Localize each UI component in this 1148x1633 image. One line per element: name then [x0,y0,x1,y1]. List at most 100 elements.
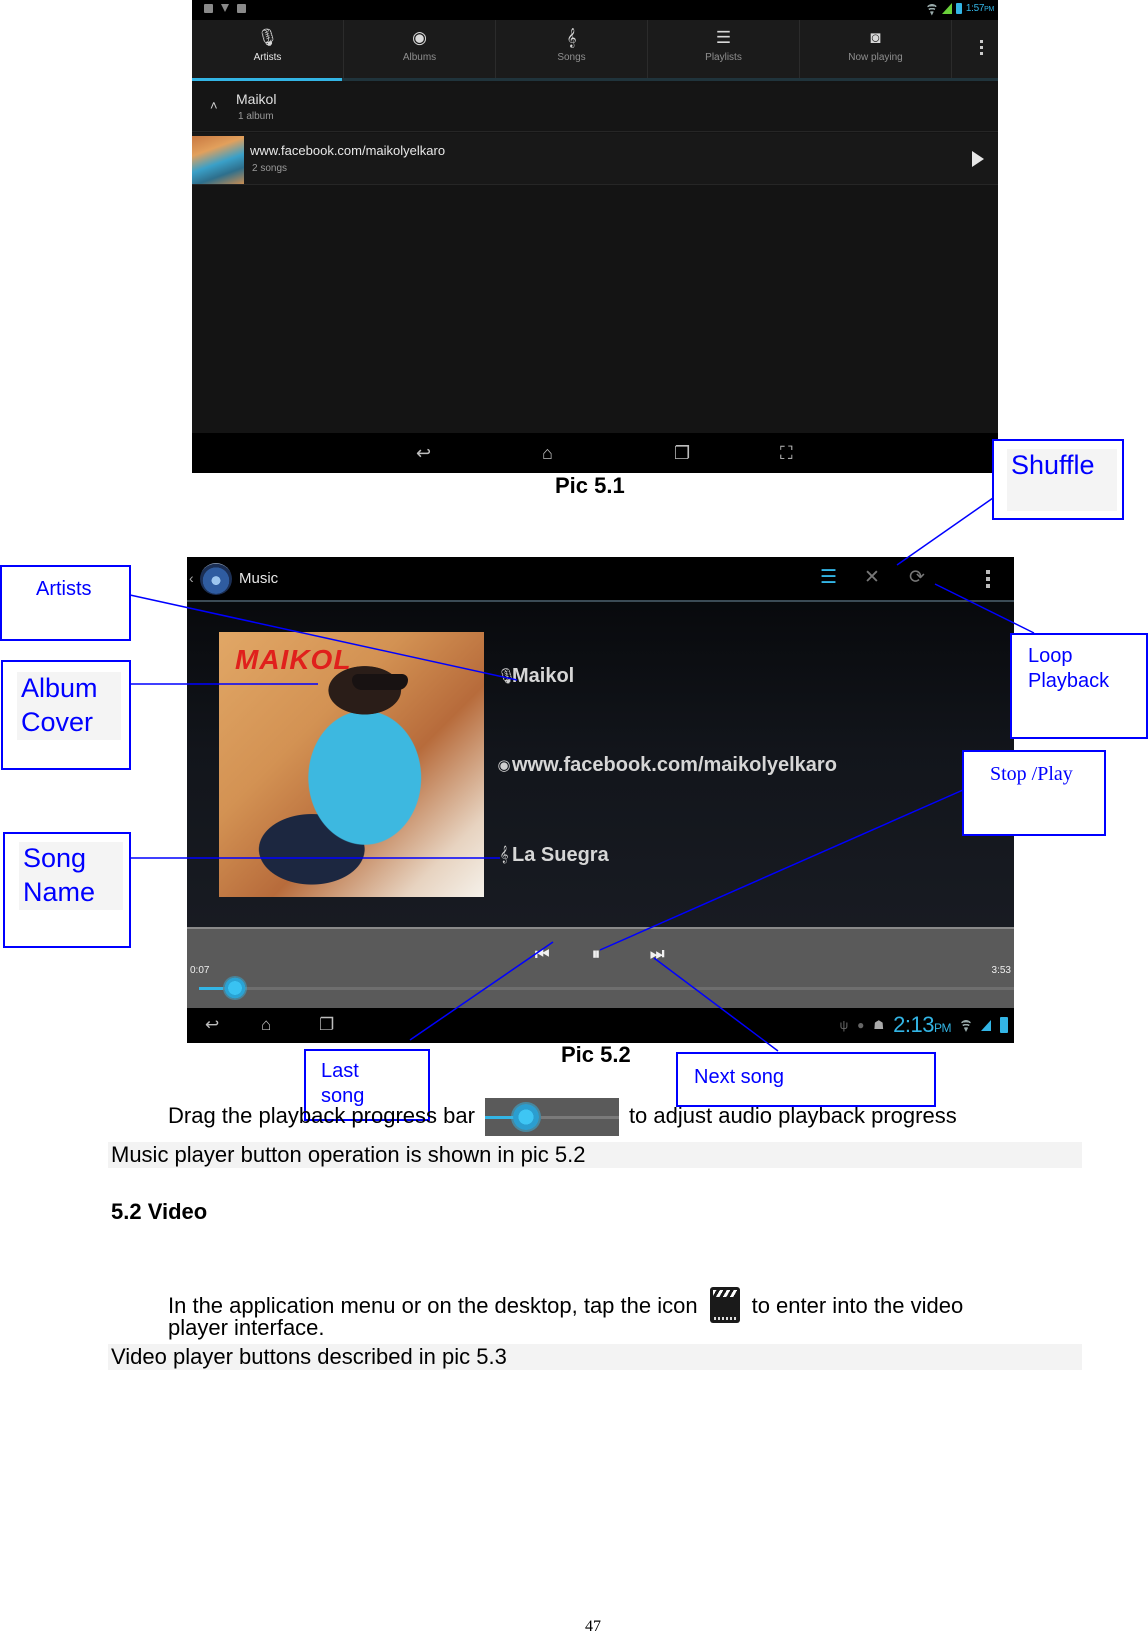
leader-shuffle [896,497,994,566]
microphone-icon: 🎙 [497,668,517,685]
play-icon[interactable] [972,151,984,167]
annotation-label: Next song [694,1066,785,1088]
system-clock: 2:13PM [893,1012,951,1037]
playback-controls: ⏮ ⏸ ⏭ 0:07 3:53 [187,927,1014,1008]
instruction-text: Drag the playback progress bar [168,1102,475,1128]
tab-albums[interactable]: ◉ Albums [344,20,496,78]
page-number: 47 [585,1618,601,1633]
total-duration: 3:53 [991,965,1011,976]
album-name: www.facebook.com/maikolyelkaro [512,754,837,776]
album-row[interactable]: www.facebook.com/maikolyelkaro 2 songs [192,133,998,185]
annotation-loop-playback: Loop Playback [1010,633,1148,739]
album-thumbnail [192,136,244,184]
tab-label: Playlists [705,52,742,63]
pause-button[interactable]: ⏸ [592,947,600,963]
previous-track-button[interactable]: ⏮ [535,947,549,963]
cover-brand-text: MAIKOL [235,644,352,675]
android-icon: ☗ [873,1018,885,1032]
tab-indicator [192,78,342,81]
notification-icons [204,4,246,13]
status-clock: 1:57PM [965,3,994,14]
wifi-icon [926,4,938,14]
home-icon[interactable]: ⌂ [542,443,553,463]
tab-playlists[interactable]: ☰ Playlists [648,20,800,78]
video-player-note: Video player buttons described in pic 5.… [108,1344,1082,1370]
song-row: 𝄞 La Suegra [500,844,609,867]
chevron-up-icon[interactable]: ˄ [210,98,218,113]
progress-bar-illustration [484,1098,619,1136]
drag-progress-instruction: Drag the playback progress bar to adjust … [168,1098,957,1136]
gallery-notification-icon [204,4,213,13]
overflow-menu-icon[interactable] [980,40,984,58]
battery-icon [955,3,962,14]
album-cover: MAIKOL [219,632,484,897]
next-track-button[interactable]: ⏭ [650,947,664,963]
signal-icon [981,1019,991,1031]
album-disc-icon: ◉ [497,757,511,774]
wifi-icon [960,1020,972,1030]
music-player-screenshot: ‹ Music ☰ ✕ ⟳ MAIKOL 🎙 Maikol ◉ www.face… [187,557,1014,1043]
action-bar: ‹ Music ☰ ✕ ⟳ [187,557,1014,602]
recent-apps-icon[interactable]: ❐ [319,1015,334,1035]
home-icon[interactable]: ⌂ [261,1015,271,1035]
tab-label: Now playing [848,52,903,63]
shuffle-icon[interactable]: ✕ [864,568,880,588]
notification-dot-icon: ● [857,1018,865,1032]
navigation-bar: ↩ ⌂ ❐ ⛶ [192,433,998,473]
artist-name: Maikol [236,91,277,107]
annotation-shuffle: Shuffle [992,439,1124,520]
tab-now-playing[interactable]: ◙ Now playing [800,20,952,78]
music-player-note: Music player button operation is shown i… [108,1142,1082,1168]
annotation-label: Song Name [19,842,123,910]
figure-caption-5-1: Pic 5.1 [555,473,625,498]
annotation-artists: Artists [0,565,131,641]
up-navigation-icon[interactable]: ‹ [189,570,194,586]
now-playing-icon: ◙ [870,28,881,47]
annotation-label: Album Cover [17,672,121,740]
treble-clef-icon: 𝄞 [499,846,509,863]
tab-artists[interactable]: 🎙 Artists [192,20,344,78]
app-title: Music [239,570,279,587]
repeat-icon[interactable]: ⟳ [909,568,925,588]
section-heading-video: 5.2 Video [111,1199,208,1224]
seek-bar[interactable] [199,987,1014,990]
overflow-menu-icon[interactable] [986,570,990,591]
cover-artwork-detail [352,674,408,690]
seek-bar-fill [199,987,223,990]
music-library-screenshot: 1:57PM 🎙 Artists ◉ Albums 𝄞 Songs ☰ Play… [192,0,998,473]
music-app-icon[interactable] [200,563,232,595]
album-song-count: 2 songs [252,163,288,174]
annotation-label: Loop Playback [1028,645,1110,692]
artist-album-count: 1 album [238,111,274,122]
usb-notification-icon [221,4,229,12]
song-name: La Suegra [512,844,609,866]
instruction-text: to enter into the video [751,1293,964,1318]
artist-name: Maikol [512,665,575,687]
tab-songs[interactable]: 𝄞 Songs [496,20,648,78]
signal-icon [941,3,952,14]
navigation-bar: ↩ ⌂ ❐ ψ ● ☗ 2:13PM [187,1008,1014,1043]
figure-caption-5-2: Pic 5.2 [561,1042,631,1067]
usb-icon: ψ [839,1018,849,1032]
artist-row: 🎙 Maikol [497,665,575,688]
android-notification-icon [237,4,246,13]
back-icon[interactable]: ↩ [205,1015,219,1035]
annotation-label: Stop /Play [990,763,1073,785]
elapsed-time: 0:07 [190,965,210,976]
annotation-album-cover: Album Cover [1,660,131,770]
instruction-text: to adjust audio playback progress [628,1102,957,1128]
seek-bar-thumb[interactable] [223,976,247,1000]
screenshot-icon[interactable]: ⛶ [780,443,793,463]
back-icon[interactable]: ↩ [416,443,431,463]
video-player-app-icon [709,1287,740,1323]
treble-clef-icon: 𝄞 [566,28,577,47]
playlist-icon[interactable]: ☰ [820,568,837,588]
annotation-stop-play: Stop /Play [962,750,1106,836]
artist-row[interactable]: ˄ Maikol 1 album [192,84,998,132]
tab-label: Albums [402,52,437,63]
album-disc-icon: ◉ [412,28,427,47]
playlist-icon: ☰ [715,28,732,47]
tab-indicator-track [192,78,998,81]
annotation-label: Shuffle [1007,449,1117,511]
recent-apps-icon[interactable]: ❐ [674,443,690,463]
